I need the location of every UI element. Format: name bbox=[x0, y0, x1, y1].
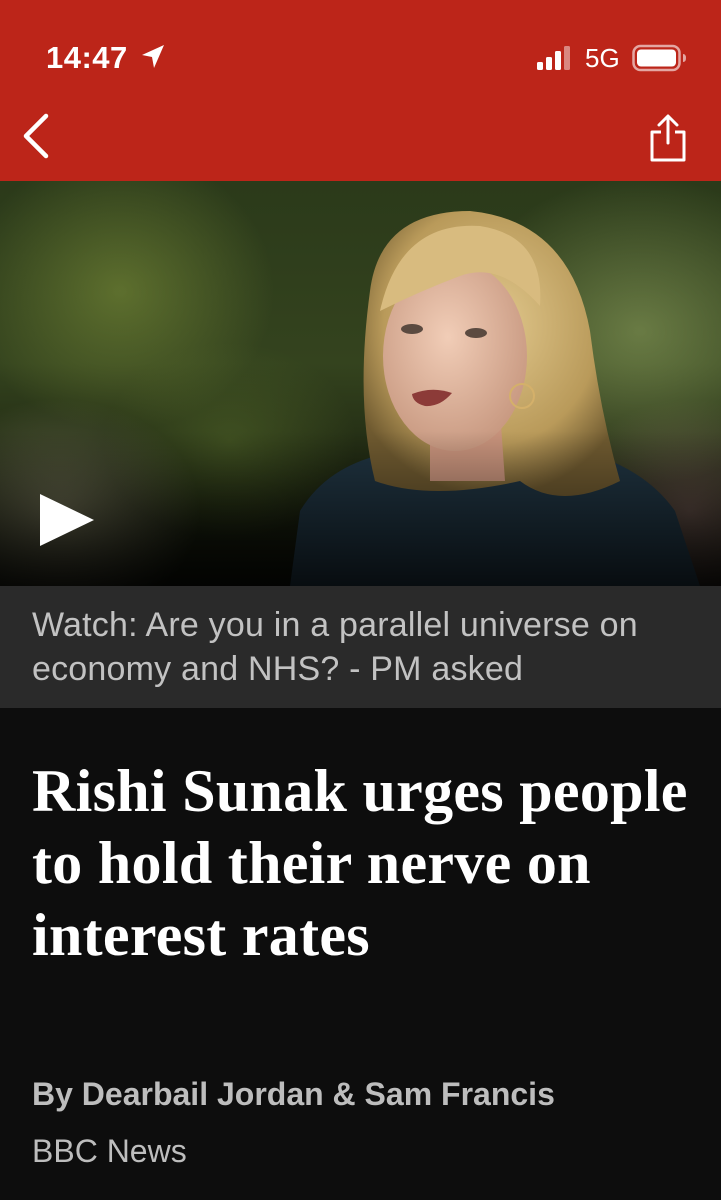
play-icon[interactable] bbox=[36, 492, 96, 548]
location-arrow-icon bbox=[142, 45, 164, 68]
article-headline: Rishi Sunak urges people to hold their n… bbox=[32, 758, 688, 968]
video-player[interactable] bbox=[0, 181, 721, 586]
article-source: BBC News bbox=[32, 1133, 187, 1169]
battery-icon bbox=[632, 44, 686, 72]
share-icon bbox=[650, 114, 686, 162]
video-thumbnail-image bbox=[0, 211, 721, 586]
cellular-signal-icon bbox=[537, 46, 570, 70]
article-screen: 14:47 5G Watch: Are you in a parallel un… bbox=[0, 0, 721, 1200]
video-caption-text: Watch: Are you in a parallel universe on… bbox=[32, 606, 638, 688]
back-button[interactable] bbox=[10, 108, 60, 164]
app-header: 14:47 5G bbox=[0, 0, 721, 181]
video-caption: Watch: Are you in a parallel universe on… bbox=[0, 586, 721, 708]
chevron-left-icon bbox=[23, 113, 49, 159]
share-button[interactable] bbox=[642, 110, 694, 166]
article-byline: By Dearbail Jordan & Sam Francis bbox=[32, 1076, 555, 1112]
network-type-label: 5G bbox=[585, 43, 620, 73]
status-time: 14:47 bbox=[46, 40, 128, 75]
